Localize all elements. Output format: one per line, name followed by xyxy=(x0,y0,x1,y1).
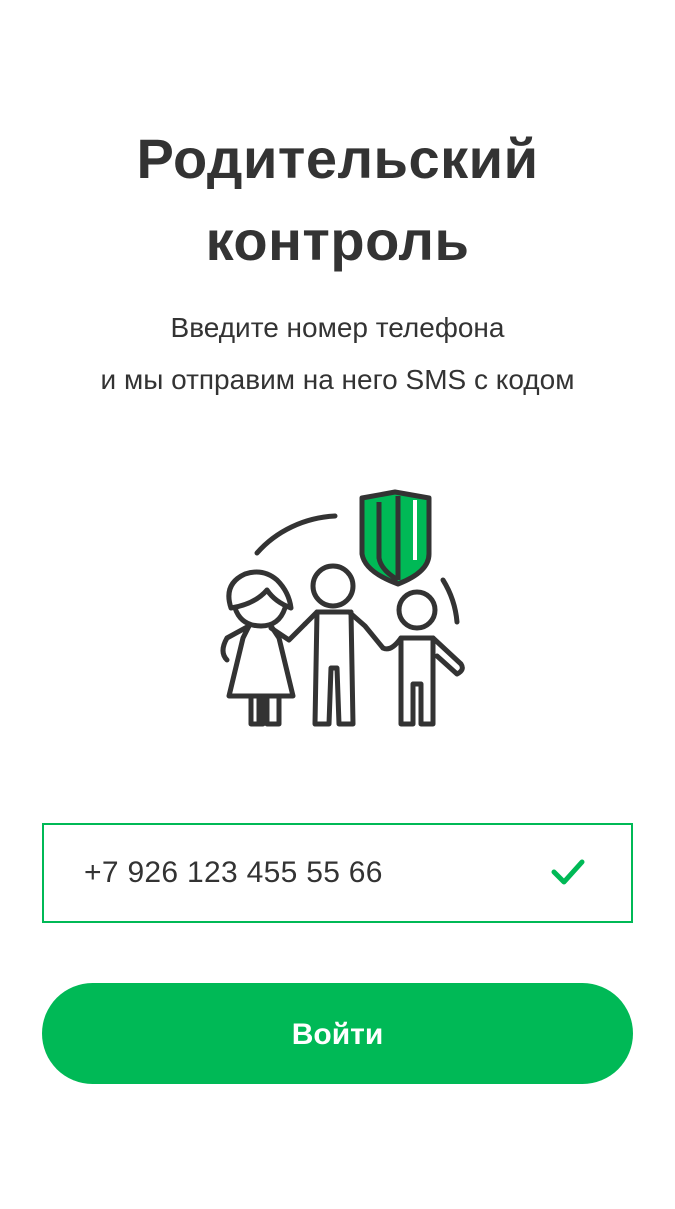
page-title-line-1: Родительский xyxy=(136,127,539,190)
phone-field[interactable] xyxy=(42,823,633,923)
arc-left xyxy=(254,513,338,556)
arc-right xyxy=(440,577,460,625)
boy-head xyxy=(396,589,438,631)
page-subtitle-line-1: Введите номер телефона xyxy=(170,312,505,343)
family-shield-icon xyxy=(220,489,465,727)
login-button[interactable]: Войти xyxy=(42,983,633,1084)
shield-icon xyxy=(359,489,432,587)
page-title-line-2: контроль xyxy=(205,209,470,272)
girl-head xyxy=(226,569,294,611)
check-icon xyxy=(551,859,585,885)
adult-head xyxy=(310,563,356,609)
page-subtitle: Введите номер телефона и мы отправим на … xyxy=(0,302,675,406)
phone-input[interactable] xyxy=(84,825,524,921)
page-title: Родительский контроль xyxy=(0,118,675,282)
page-subtitle-line-2: и мы отправим на него SMS с кодом xyxy=(100,364,575,395)
